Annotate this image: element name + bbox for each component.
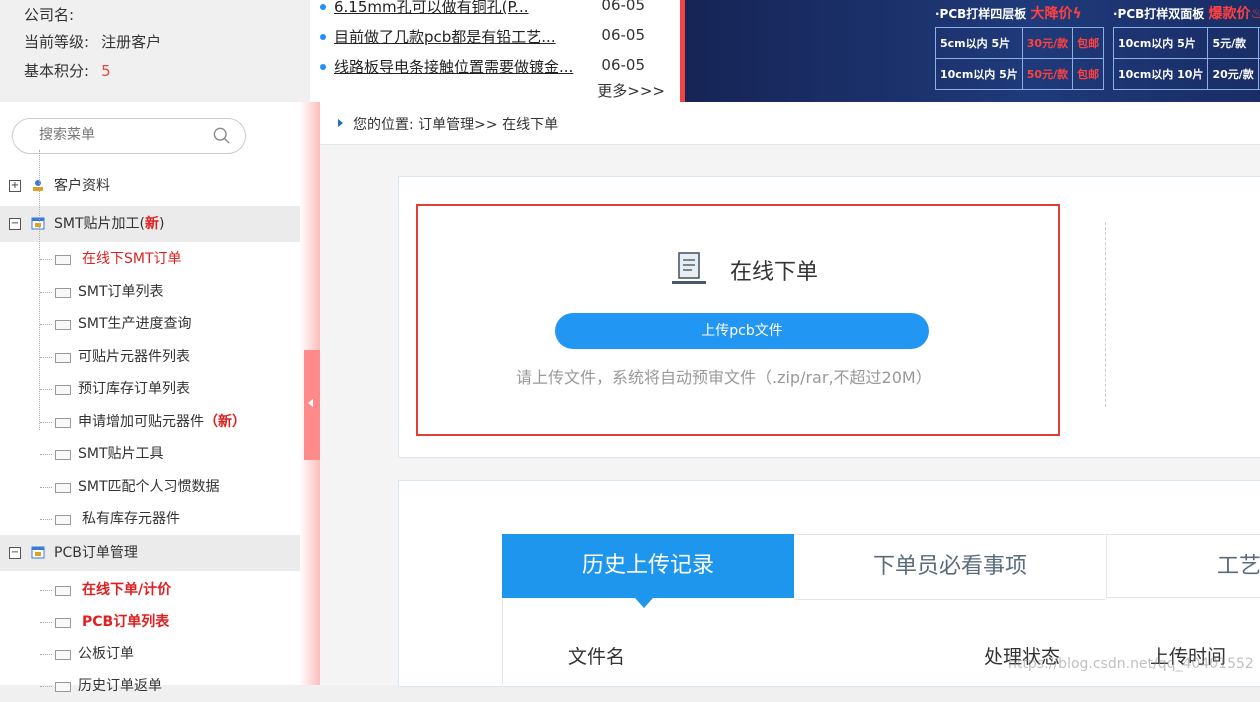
promo-title: ·PCB打样四层板 大降价ϟ (935, 0, 1082, 23)
column-filename: 文件名 (568, 642, 625, 669)
search-icon[interactable] (213, 127, 231, 145)
more-news-link[interactable]: 更多>>> (597, 80, 665, 101)
sidebar-item-online-smt-order[interactable]: 在线下SMT订单 (0, 243, 300, 275)
document-icon (55, 320, 71, 330)
group-label: 客户资料 (54, 168, 110, 204)
points-value: 5 (101, 62, 111, 80)
level-row: 当前等级: 注册客户 (24, 31, 161, 52)
user-icon (31, 178, 45, 192)
new-badge: 新 (145, 216, 159, 232)
calendar-icon (31, 545, 45, 559)
news-link[interactable]: 6.15mm孔可以做有铜孔(P... (334, 0, 574, 17)
news-date: 06-05 (601, 56, 645, 74)
bullet-icon (320, 64, 326, 70)
news-date: 06-05 (601, 0, 645, 14)
collapse-icon[interactable]: − (9, 547, 21, 559)
points-row: 基本积分: 5 (24, 60, 111, 81)
news-item[interactable]: 线路板导电条接触位置需要做镀金... 06-05 (320, 56, 675, 77)
caret-right-icon (338, 119, 343, 127)
group-label: SMT贴片加工(新) (54, 206, 164, 242)
promo-banner[interactable]: ·PCB打样四层板 大降价ϟ 5cm以内 5片30元/款包邮 10cm以内 5片… (685, 0, 1260, 102)
points-label: 基本积分: (24, 62, 89, 80)
document-icon (55, 515, 71, 525)
promo-title: ·PCB打样双面板 爆款价♨ (1113, 0, 1260, 23)
tab-ordering-notes[interactable]: 下单员必看事项 (795, 534, 1105, 600)
watermark: https://blog.csdn.net/qq_40401552 (1008, 656, 1254, 672)
company-row: 公司名: (24, 4, 86, 25)
news-item[interactable]: 6.15mm孔可以做有铜孔(P... 06-05 (320, 0, 675, 17)
breadcrumb: 您的位置: 订单管理>> 在线下单 (320, 102, 1260, 145)
level-label: 当前等级: (24, 33, 89, 51)
bullet-icon (320, 4, 326, 10)
document-icon (55, 385, 71, 395)
tree-guide-line (39, 150, 40, 430)
document-icon (55, 450, 71, 460)
promo-price-table: 5cm以内 5片30元/款包邮 10cm以内 5片50元/款包邮 (935, 27, 1104, 90)
promo-double-layer: ·PCB打样双面板 爆款价♨ 10cm以内 5片5元/款包邮 10cm以内 10… (1113, 0, 1260, 23)
document-icon (55, 586, 71, 596)
sidebar-group-smt[interactable]: − SMT贴片加工(新) (0, 206, 300, 242)
sidebar-item-online-order-quote[interactable]: 在线下单/计价 (0, 574, 300, 606)
company-label: 公司名: (24, 6, 74, 24)
sidebar-item-private-stock[interactable]: 私有库存元器件 (0, 503, 300, 535)
sidebar-item-smt-order-list[interactable]: SMT订单列表 (0, 276, 300, 308)
document-icon (55, 650, 71, 660)
sidebar-item-stock-order-list[interactable]: 预订库存订单列表 (0, 373, 300, 405)
expand-icon[interactable]: + (9, 180, 21, 192)
tab-upload-history[interactable]: 历史上传记录 (502, 534, 794, 598)
document-icon (55, 418, 71, 428)
bullet-icon (320, 34, 326, 40)
fire-icon: ♨ (1251, 6, 1260, 22)
new-badge: （新） (204, 414, 246, 430)
document-icon (55, 353, 71, 363)
sidebar-item-request-component[interactable]: 申请增加可贴元器件（新） (0, 406, 300, 438)
account-info-panel: 公司名: 当前等级: 注册客户 基本积分: 5 (0, 0, 310, 90)
dashed-divider (1105, 222, 1106, 407)
news-link[interactable]: 线路板导电条接触位置需要做镀金... (334, 56, 574, 77)
document-icon (55, 255, 71, 265)
document-icon (55, 682, 71, 692)
calendar-icon (31, 216, 45, 230)
document-icon (55, 618, 71, 628)
document-icon (55, 483, 71, 493)
chevron-left-icon[interactable] (308, 399, 313, 407)
promo-price-table: 10cm以内 5片5元/款包邮 10cm以内 10片20元/款 (1113, 27, 1260, 90)
news-date: 06-05 (601, 26, 645, 44)
group-label: PCB订单管理 (54, 535, 138, 571)
sidebar-item-pcb-order-list[interactable]: PCB订单列表 (0, 606, 300, 638)
collapse-icon[interactable]: − (9, 218, 21, 230)
sidebar-item-smt-progress[interactable]: SMT生产进度查询 (0, 308, 300, 340)
document-icon (55, 288, 71, 298)
sidebar-group-pcb[interactable]: − PCB订单管理 (0, 535, 300, 571)
level-value: 注册客户 (101, 33, 161, 51)
sidebar-item-smt-habit-data[interactable]: SMT匹配个人习惯数据 (0, 471, 300, 503)
promo-four-layer: ·PCB打样四层板 大降价ϟ 5cm以内 5片30元/款包邮 10cm以内 5片… (935, 0, 1082, 23)
sidebar: + 客户资料 − SMT贴片加工(新) 在线下SMT订单 SMT订单列表 SMT… (0, 102, 300, 685)
flash-icon: ϟ (1073, 6, 1082, 22)
sidebar-group-customer[interactable]: + 客户资料 (0, 168, 300, 204)
news-item[interactable]: 目前做了几款pcb都是有铅工艺... 06-05 (320, 26, 675, 47)
search-box[interactable] (12, 118, 246, 154)
highlight-box (416, 204, 1060, 436)
sidebar-item-component-list[interactable]: 可贴片元器件列表 (0, 341, 300, 373)
sidebar-item-public-board-order[interactable]: 公板订单 (0, 638, 300, 670)
tab-process[interactable]: 工艺 (1106, 534, 1260, 598)
breadcrumb-text: 您的位置: 订单管理>> 在线下单 (353, 114, 558, 134)
sidebar-item-smt-tools[interactable]: SMT贴片工具 (0, 438, 300, 470)
sidebar-item-history-reorder[interactable]: 历史订单返单 (0, 670, 300, 702)
search-input[interactable] (37, 126, 191, 144)
news-link[interactable]: 目前做了几款pcb都是有铅工艺... (334, 26, 574, 47)
news-panel: 6.15mm孔可以做有铜孔(P... 06-05 目前做了几款pcb都是有铅工艺… (310, 0, 685, 102)
